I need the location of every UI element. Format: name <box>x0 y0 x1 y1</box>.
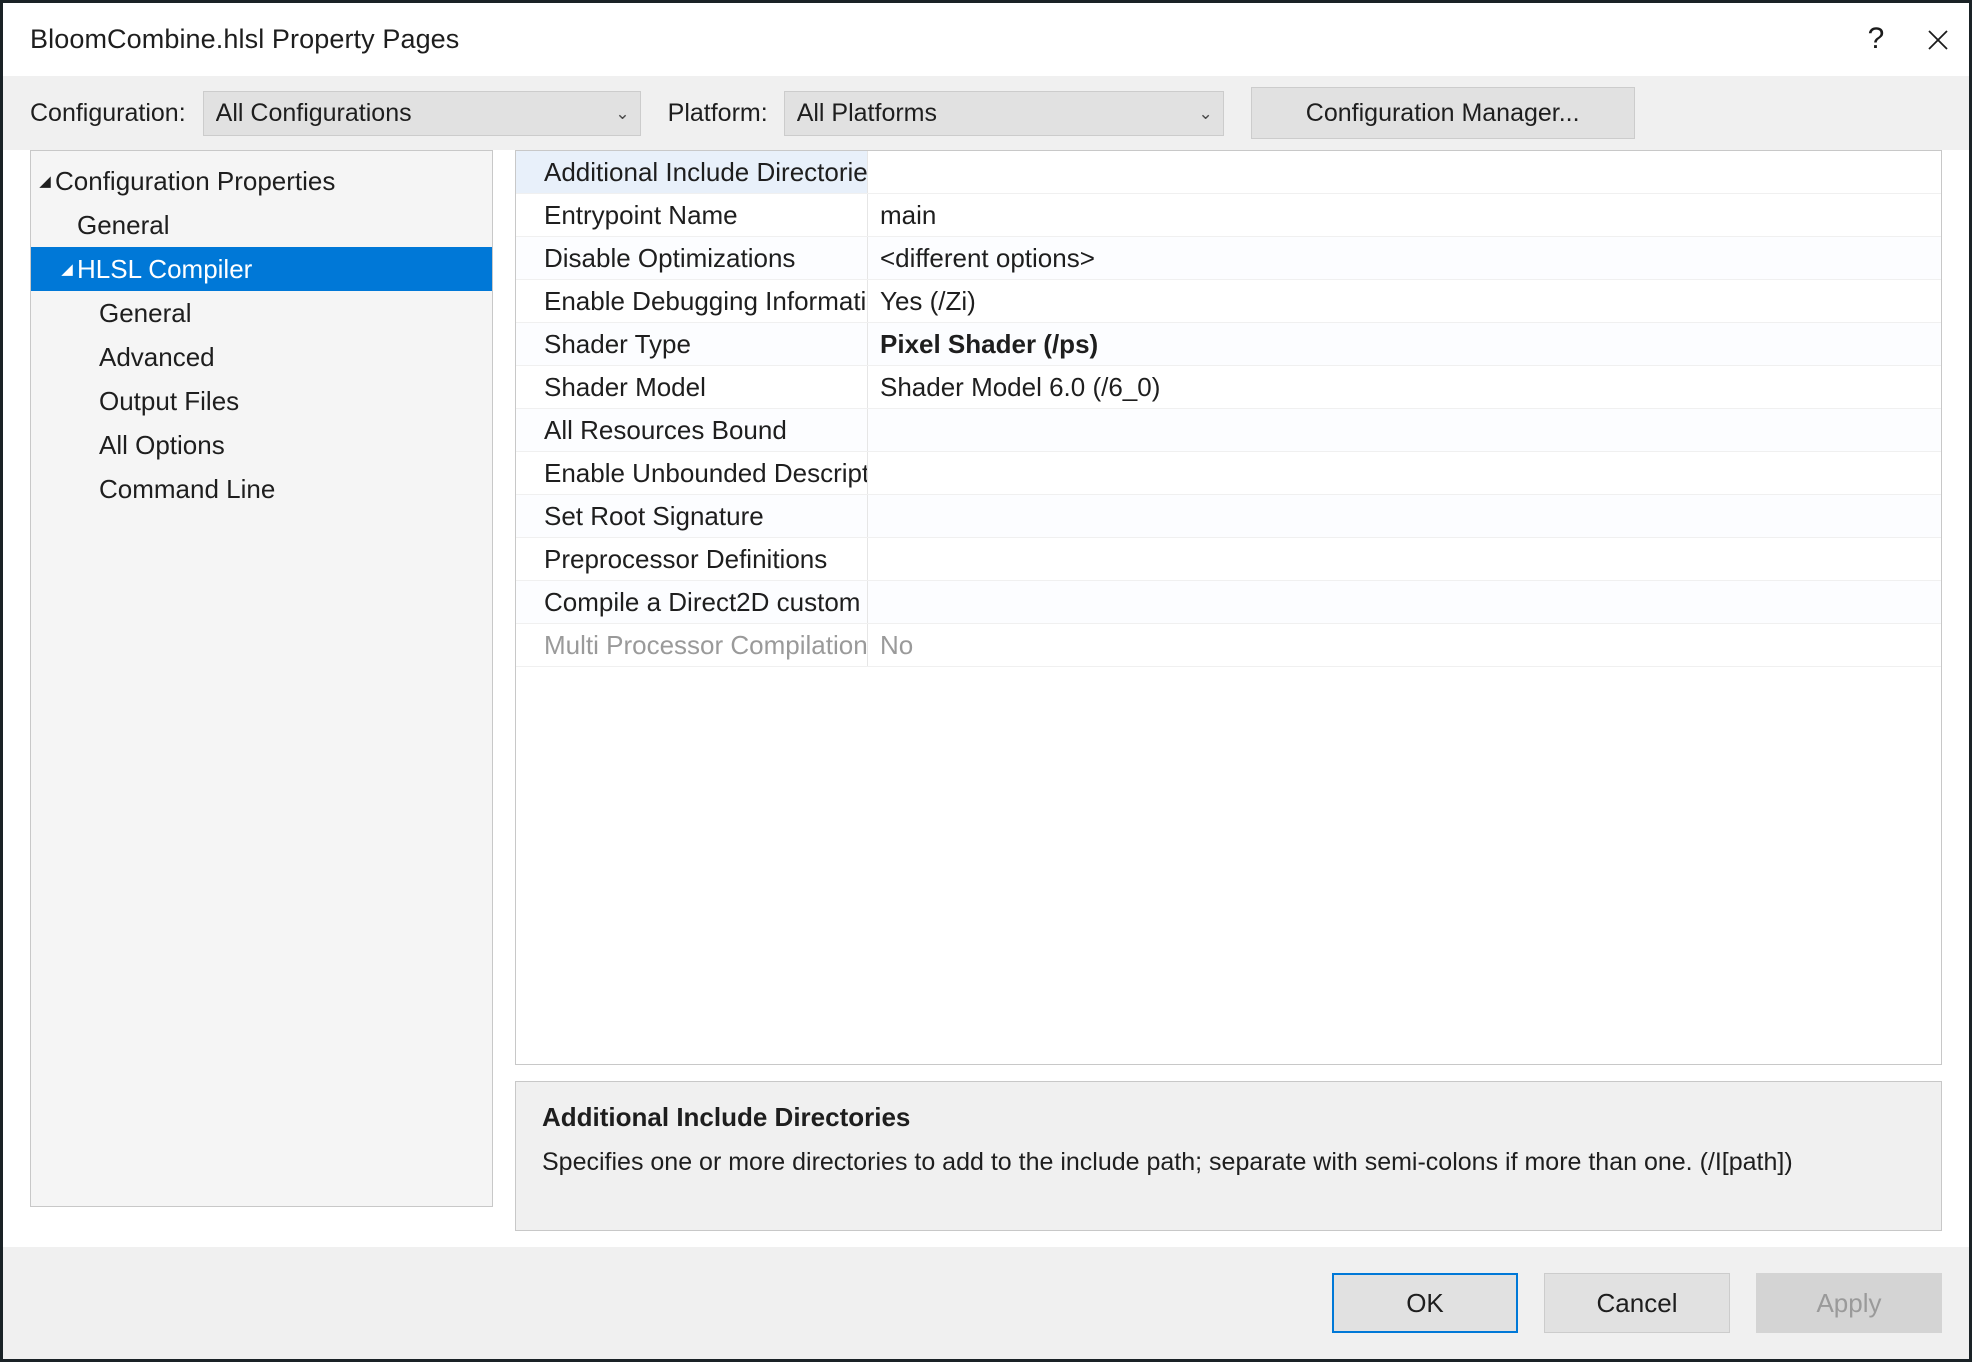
property-value[interactable]: main <box>868 194 1941 236</box>
property-grid-empty-area <box>516 667 1941 1064</box>
dialog-footer: OK Cancel Apply <box>3 1247 1969 1359</box>
property-value[interactable]: Yes (/Zi) <box>868 280 1941 322</box>
tree-item-output-files[interactable]: Output Files <box>31 379 492 423</box>
property-name: Additional Include Directories <box>516 151 868 193</box>
property-description-panel: Additional Include Directories Specifies… <box>515 1081 1942 1231</box>
property-description-text: Specifies one or more directories to add… <box>542 1148 1793 1176</box>
close-icon[interactable] <box>1907 3 1969 76</box>
property-value[interactable]: <different options> <box>868 237 1941 279</box>
configuration-select[interactable]: All Configurations ⌄ <box>202 90 641 136</box>
tree-item-advanced[interactable]: Advanced <box>31 335 492 379</box>
property-pages-dialog: BloomCombine.hlsl Property Pages ? Confi… <box>0 0 1972 1362</box>
property-row[interactable]: Shader Type Pixel Shader (/ps) <box>516 323 1941 366</box>
property-row[interactable]: Compile a Direct2D custom pixel shader <box>516 581 1941 624</box>
property-row[interactable]: All Resources Bound <box>516 409 1941 452</box>
configuration-tree: ◢ Configuration Properties General ◢ HLSL Co… <box>30 150 493 1207</box>
tree-item-label: HLSL Compiler <box>77 253 253 284</box>
platform-select-value: All Platforms <box>796 98 937 127</box>
property-row[interactable]: Preprocessor Definitions <box>516 538 1941 581</box>
expander-triangle-icon[interactable]: ◢ <box>35 174 55 189</box>
help-icon[interactable]: ? <box>1845 3 1907 76</box>
property-name: Compile a Direct2D custom pixel shader <box>516 581 868 623</box>
tree-item-label: Configuration Properties <box>55 165 336 196</box>
property-value[interactable] <box>868 581 1941 623</box>
tree-item-label: All Options <box>99 429 225 460</box>
property-name: Preprocessor Definitions <box>516 538 868 580</box>
cancel-button[interactable]: Cancel <box>1544 1273 1730 1333</box>
property-value[interactable] <box>868 151 1941 193</box>
tree-item-command-line[interactable]: Command Line <box>31 467 492 511</box>
property-row[interactable]: Additional Include Directories <box>516 151 1941 194</box>
property-row[interactable]: Shader Model Shader Model 6.0 (/6_0) <box>516 366 1941 409</box>
property-value[interactable]: No <box>868 624 1941 666</box>
tree-item-general[interactable]: General <box>31 203 492 247</box>
property-grid: Additional Include Directories Entrypoint… <box>515 150 1942 1065</box>
property-value[interactable]: Pixel Shader (/ps) <box>868 323 1941 365</box>
property-value[interactable] <box>868 495 1941 537</box>
property-row[interactable]: Set Root Signature <box>516 495 1941 538</box>
property-row[interactable]: Entrypoint Name main <box>516 194 1941 237</box>
configuration-select-value: All Configurations <box>215 98 412 127</box>
property-name: Set Root Signature <box>516 495 868 537</box>
property-name: Shader Model <box>516 366 868 408</box>
page-title: BloomCombine.hlsl Property Pages <box>30 24 460 54</box>
ok-button[interactable]: OK <box>1332 1273 1518 1333</box>
property-name: Enable Debugging Information <box>516 280 868 322</box>
property-name: Enable Unbounded Descriptor Tables <box>516 452 868 494</box>
property-row[interactable]: Multi Processor Compilation No <box>516 624 1941 667</box>
apply-button: Apply <box>1756 1273 1942 1333</box>
configuration-label: Configuration: <box>30 98 186 127</box>
chevron-down-icon: ⌄ <box>1198 103 1213 123</box>
property-name: Multi Processor Compilation <box>516 624 868 666</box>
property-value[interactable]: Shader Model 6.0 (/6_0) <box>868 366 1941 408</box>
tree-item-label: General <box>99 297 192 328</box>
tree-item-all-options[interactable]: All Options <box>31 423 492 467</box>
title-bar: BloomCombine.hlsl Property Pages ? <box>3 3 1969 76</box>
configuration-bar: Configuration: All Configurations ⌄ Plat… <box>3 76 1969 150</box>
property-area: Additional Include Directories Entrypoint… <box>515 150 1942 1247</box>
property-row[interactable]: Disable Optimizations <different options> <box>516 237 1941 280</box>
configuration-manager-button[interactable]: Configuration Manager... <box>1250 87 1635 139</box>
tree-item-configuration-properties[interactable]: ◢ Configuration Properties <box>31 159 492 203</box>
tree-item-general[interactable]: General <box>31 291 492 335</box>
property-name: All Resources Bound <box>516 409 868 451</box>
dialog-body: ◢ Configuration Properties General ◢ HLSL Co… <box>3 150 1969 1247</box>
property-value[interactable] <box>868 452 1941 494</box>
platform-select[interactable]: All Platforms ⌄ <box>783 90 1224 136</box>
tree-item-hlsl-compiler[interactable]: ◢ HLSL Compiler <box>31 247 492 291</box>
property-row[interactable]: Enable Debugging Information Yes (/Zi) <box>516 280 1941 323</box>
property-description-title: Additional Include Directories <box>542 1102 911 1132</box>
property-name: Shader Type <box>516 323 868 365</box>
chevron-down-icon: ⌄ <box>615 103 630 123</box>
window-controls: ? <box>1845 3 1969 76</box>
platform-label: Platform: <box>667 98 768 127</box>
property-value[interactable] <box>868 538 1941 580</box>
tree-item-label: Advanced <box>99 341 215 372</box>
tree-item-label: Command Line <box>99 473 276 504</box>
tree-item-label: General <box>77 209 170 240</box>
expander-triangle-icon[interactable]: ◢ <box>57 262 77 277</box>
property-name: Disable Optimizations <box>516 237 868 279</box>
property-row[interactable]: Enable Unbounded Descriptor Tables <box>516 452 1941 495</box>
tree-item-label: Output Files <box>99 385 240 416</box>
property-value[interactable] <box>868 409 1941 451</box>
property-name: Entrypoint Name <box>516 194 868 236</box>
